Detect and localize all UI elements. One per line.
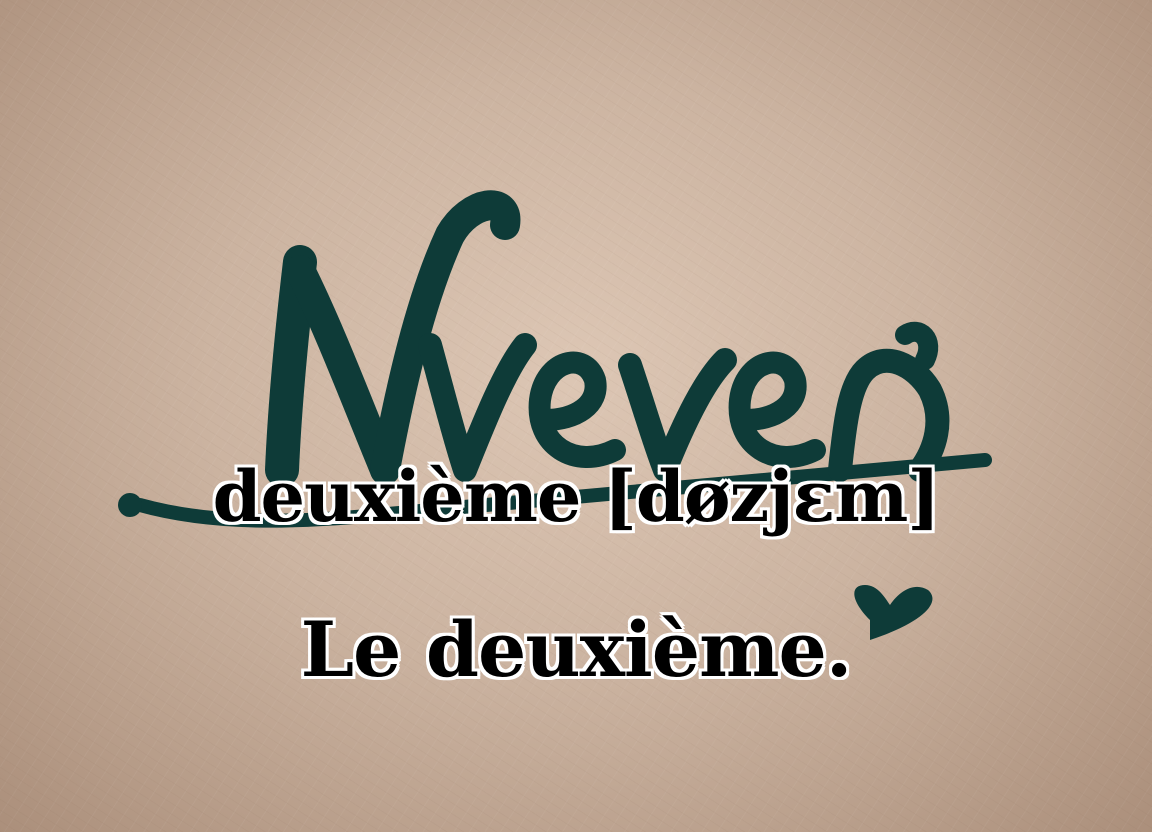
letter-e2	[728, 351, 826, 468]
letter-r	[828, 348, 950, 482]
letter-n-diagonal	[285, 255, 400, 485]
letter-v2	[618, 348, 737, 482]
word-pronunciation-caption: deuxième [døzjɛm]	[212, 455, 941, 538]
lettering-artwork	[118, 190, 992, 640]
letter-e	[528, 351, 626, 468]
letter-v	[418, 333, 537, 482]
example-sentence-caption: Le deuxième.	[300, 605, 853, 694]
